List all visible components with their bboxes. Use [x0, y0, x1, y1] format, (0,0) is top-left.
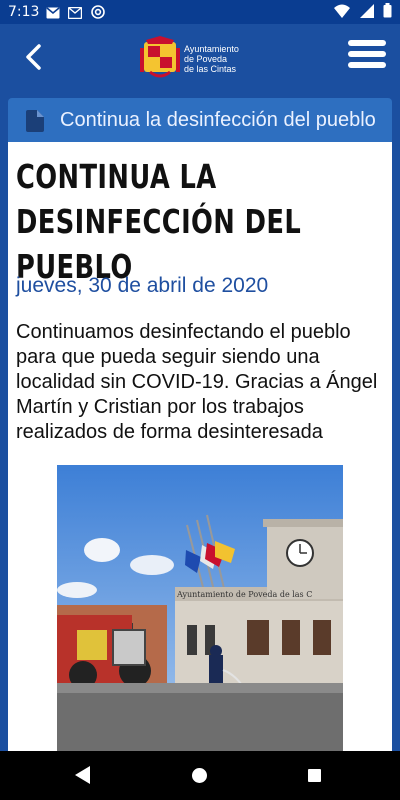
article-title: CONTINUA LA DESINFECCIÓN DEL PUEBLO — [16, 157, 302, 286]
article-date: jueves, 30 de abril de 2020 — [16, 274, 269, 297]
battery-icon — [383, 3, 392, 22]
back-button[interactable] — [20, 43, 48, 71]
disinfection-photo-image: Ayuntamiento de Poveda de las C — [57, 465, 343, 751]
card-header-title: Continua la desinfección del pueblo — [60, 109, 376, 131]
signal-icon — [359, 4, 374, 22]
nav-home-button[interactable] — [192, 768, 207, 783]
document-icon — [26, 110, 44, 132]
article-photo[interactable]: Ayuntamiento de Poveda de las C — [57, 465, 343, 751]
mail-icon — [68, 6, 83, 23]
logo-line-3: de las Cintas — [184, 64, 237, 74]
logo-line-2: de Poveda — [184, 54, 228, 64]
logo-line-1: Ayuntamiento — [184, 44, 239, 54]
status-left-icons — [46, 5, 109, 23]
nav-back-button[interactable] — [74, 765, 92, 790]
wifi-icon — [334, 4, 351, 22]
town-hall-sign: Ayuntamiento de Poveda de las C — [176, 590, 312, 599]
logo-text: Ayuntamiento de Poveda de las Cintas — [184, 44, 264, 74]
status-time: 7:13 — [8, 4, 40, 20]
chevron-left-icon — [26, 44, 41, 70]
article-body: Continuamos desinfectando el pueblo para… — [16, 321, 378, 443]
card-header: Continua la desinfección del pueblo — [8, 98, 392, 142]
at-sync-icon — [91, 5, 105, 23]
article-card: CONTINUA LA DESINFECCIÓN DEL PUEBLO juev… — [8, 142, 392, 751]
hamburger-menu-icon — [348, 40, 386, 68]
status-bar: 7:13 — [0, 0, 400, 24]
coat-of-arms-icon — [140, 36, 180, 78]
menu-button[interactable] — [348, 40, 386, 74]
system-nav-bar — [0, 751, 400, 800]
nav-recents-button[interactable] — [308, 769, 321, 782]
municipality-logo: Ayuntamiento de Poveda de las Cintas — [140, 36, 260, 80]
status-right-icons — [329, 3, 392, 22]
gmail-icon — [46, 7, 60, 23]
app-bar: Ayuntamiento de Poveda de las Cintas — [0, 24, 400, 90]
back-triangle-icon — [75, 766, 90, 784]
